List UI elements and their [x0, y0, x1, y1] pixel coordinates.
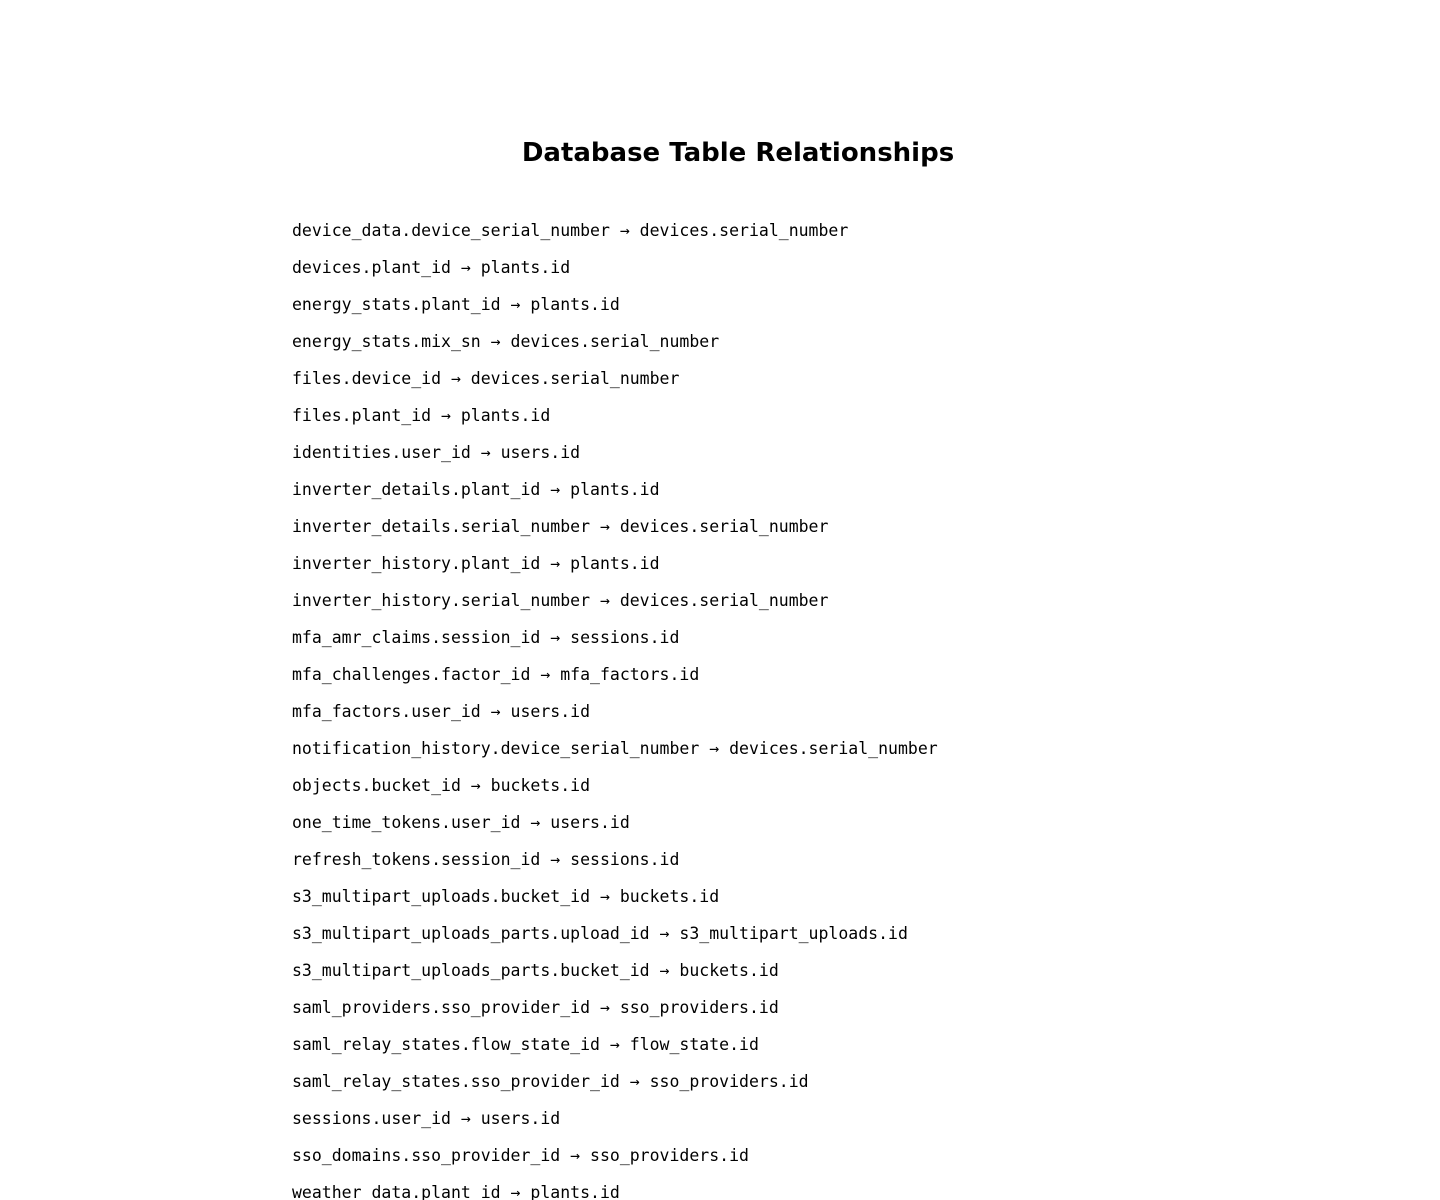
- relationship-item: refresh_tokens.session_id → sessions.id: [292, 850, 680, 869]
- page-title: Database Table Relationships: [521, 138, 955, 168]
- relationship-item: objects.bucket_id → buckets.id: [292, 776, 591, 795]
- relationship-item: s3_multipart_uploads_parts.bucket_id → b…: [292, 961, 779, 980]
- relationship-item: mfa_challenges.factor_id → mfa_factors.i…: [292, 665, 700, 684]
- relationship-item: mfa_amr_claims.session_id → sessions.id: [292, 628, 680, 647]
- relationship-list: device_data.device_serial_number → devic…: [292, 212, 938, 1200]
- relationship-item: inverter_details.plant_id → plants.id: [292, 480, 660, 499]
- page: Database Table Relationships device_data…: [0, 0, 1440, 1200]
- relationship-item: saml_providers.sso_provider_id → sso_pro…: [292, 998, 779, 1017]
- relationship-item: identities.user_id → users.id: [292, 443, 581, 462]
- relationship-item: inverter_history.plant_id → plants.id: [292, 554, 660, 573]
- relationship-item: device_data.device_serial_number → devic…: [292, 221, 849, 240]
- relationship-item: inverter_details.serial_number → devices…: [292, 517, 829, 536]
- relationship-item: energy_stats.plant_id → plants.id: [292, 295, 620, 314]
- relationship-item: mfa_factors.user_id → users.id: [292, 702, 591, 721]
- relationship-item: s3_multipart_uploads.bucket_id → buckets…: [292, 887, 720, 906]
- relationship-item: one_time_tokens.user_id → users.id: [292, 813, 630, 832]
- relationship-item: devices.plant_id → plants.id: [292, 258, 571, 277]
- relationship-item: weather_data.plant_id → plants.id: [292, 1183, 620, 1200]
- relationship-item: saml_relay_states.flow_state_id → flow_s…: [292, 1035, 759, 1054]
- relationship-item: energy_stats.mix_sn → devices.serial_num…: [292, 332, 720, 351]
- relationship-item: files.plant_id → plants.id: [292, 406, 551, 425]
- relationship-item: sessions.user_id → users.id: [292, 1109, 561, 1128]
- relationship-item: notification_history.device_serial_numbe…: [292, 739, 938, 758]
- relationship-item: s3_multipart_uploads_parts.upload_id → s…: [292, 924, 908, 943]
- relationship-item: inverter_history.serial_number → devices…: [292, 591, 829, 610]
- relationship-item: sso_domains.sso_provider_id → sso_provid…: [292, 1146, 749, 1165]
- relationship-item: saml_relay_states.sso_provider_id → sso_…: [292, 1072, 809, 1091]
- relationship-item: files.device_id → devices.serial_number: [292, 369, 680, 388]
